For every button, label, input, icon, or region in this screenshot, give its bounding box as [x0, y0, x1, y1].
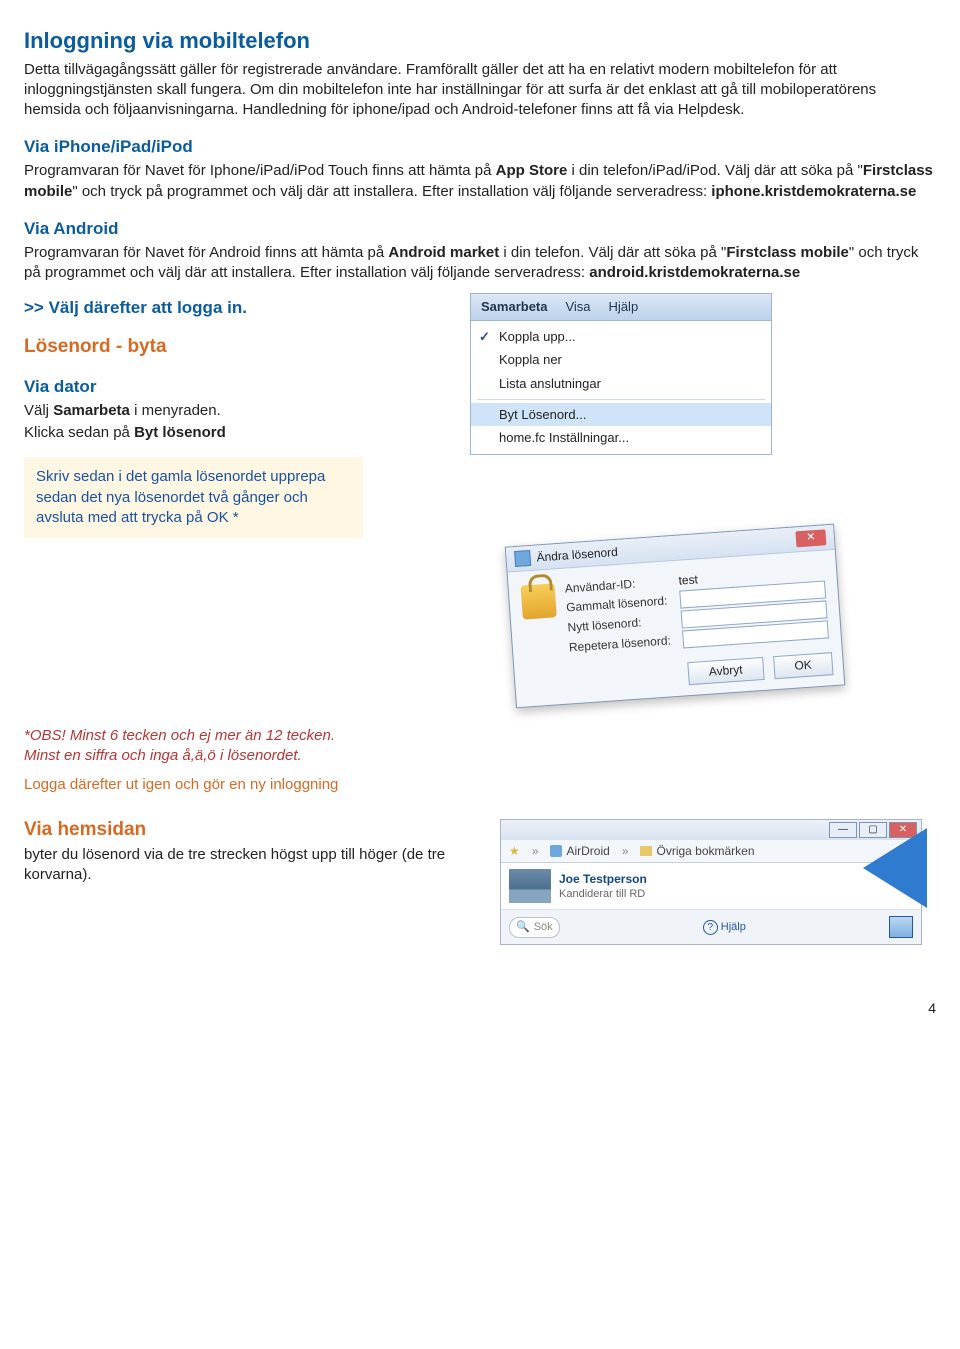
help-icon: ?: [703, 920, 718, 935]
obs-line-2: Minst en siffra och inga å,ä,ö i lösenor…: [24, 746, 936, 766]
para-via-dator-1: Välj Samarbeta i menyraden.: [24, 401, 454, 421]
bookmark-airdroid[interactable]: AirDroid: [550, 843, 609, 859]
page-number: 4: [24, 999, 936, 1018]
heading-iphone: Via iPhone/iPad/iPod: [24, 136, 936, 159]
prompt-login: >> Välj därefter att logga in.: [24, 297, 454, 320]
minimize-icon[interactable]: —: [829, 822, 857, 838]
heading-via-dator: Via dator: [24, 376, 454, 399]
close-icon[interactable]: ✕: [795, 529, 826, 547]
obs-line-1: *OBS! Minst 6 tecken och ej mer än 12 te…: [24, 726, 936, 746]
logout-note: Logga därefter ut igen och gör en ny inl…: [24, 775, 936, 795]
menu-item-byt-losenord[interactable]: Byt Lösenord...: [471, 403, 771, 427]
heading-password-change: Lösenord - byta: [24, 334, 454, 360]
cancel-button[interactable]: Avbryt: [687, 657, 764, 684]
menu-item-lista[interactable]: Lista anslutningar: [471, 372, 771, 396]
expand-icon[interactable]: [889, 916, 913, 938]
arrow-indicator-icon: [863, 828, 927, 908]
profile-name: Joe Testperson: [559, 871, 647, 887]
para-login-mobile: Detta tillvägagångssätt gäller för regis…: [24, 60, 936, 121]
menu-tab-visa[interactable]: Visa: [565, 298, 590, 316]
search-icon: 🔍: [516, 920, 530, 935]
search-input[interactable]: 🔍 Sök: [509, 917, 560, 938]
lock-icon: [521, 583, 557, 619]
menu-separator: [477, 399, 765, 400]
profile-subtitle: Kandiderar till RD: [559, 887, 647, 902]
heading-login-mobile: Inloggning via mobiltelefon: [24, 26, 936, 56]
menu-tab-hjalp[interactable]: Hjälp: [609, 298, 639, 316]
heading-via-hemsidan: Via hemsidan: [24, 817, 484, 843]
dialog-title-text: Ändra lösenord: [536, 543, 618, 565]
para-iphone: Programvaran för Navet för Iphone/iPad/i…: [24, 161, 936, 202]
para-via-dator-2: Klicka sedan på Byt lösenord: [24, 423, 454, 443]
browser-mock: — ▢ ✕ ★ » AirDroid » Övriga bokmärken: [500, 819, 922, 945]
browser-window-controls: — ▢ ✕: [501, 820, 921, 840]
heading-android: Via Android: [24, 218, 936, 241]
dialog-icon: [514, 550, 531, 567]
menu-item-koppla-ner[interactable]: Koppla ner: [471, 348, 771, 372]
value-user-id: test: [678, 571, 698, 588]
samarbeta-menu-mock: Samarbeta Visa Hjälp Koppla upp... Koppl…: [470, 293, 772, 454]
para-via-hemsidan: byter du lösenord via de tre strecken hö…: [24, 845, 484, 886]
bookmark-ovriga[interactable]: Övriga bokmärken: [640, 843, 754, 859]
search-row: 🔍 Sök ?Hjälp: [501, 910, 921, 944]
menu-item-koppla-upp[interactable]: Koppla upp...: [471, 325, 771, 349]
star-icon: ★: [509, 843, 520, 859]
ok-button[interactable]: OK: [773, 652, 834, 678]
bookmarks-bar: ★ » AirDroid » Övriga bokmärken: [501, 840, 921, 863]
change-password-dialog: Ändra lösenord ✕ Användar-ID: test Gamma…: [505, 523, 845, 707]
help-link[interactable]: ?Hjälp: [703, 920, 746, 935]
profile-row: Joe Testperson Kandiderar till RD: [501, 863, 921, 910]
avatar: [509, 869, 551, 903]
tip-box: Skriv sedan i det gamla lösenordet uppre…: [24, 457, 363, 538]
para-android: Programvaran för Navet för Android finns…: [24, 243, 936, 284]
menu-item-installningar[interactable]: home.fc Inställningar...: [471, 426, 771, 450]
menu-bar: Samarbeta Visa Hjälp: [471, 294, 771, 321]
bookmark-icon: [550, 845, 562, 857]
menu-list: Koppla upp... Koppla ner Lista anslutnin…: [471, 321, 771, 454]
menu-tab-samarbeta[interactable]: Samarbeta: [481, 298, 547, 316]
folder-icon: [640, 846, 652, 856]
